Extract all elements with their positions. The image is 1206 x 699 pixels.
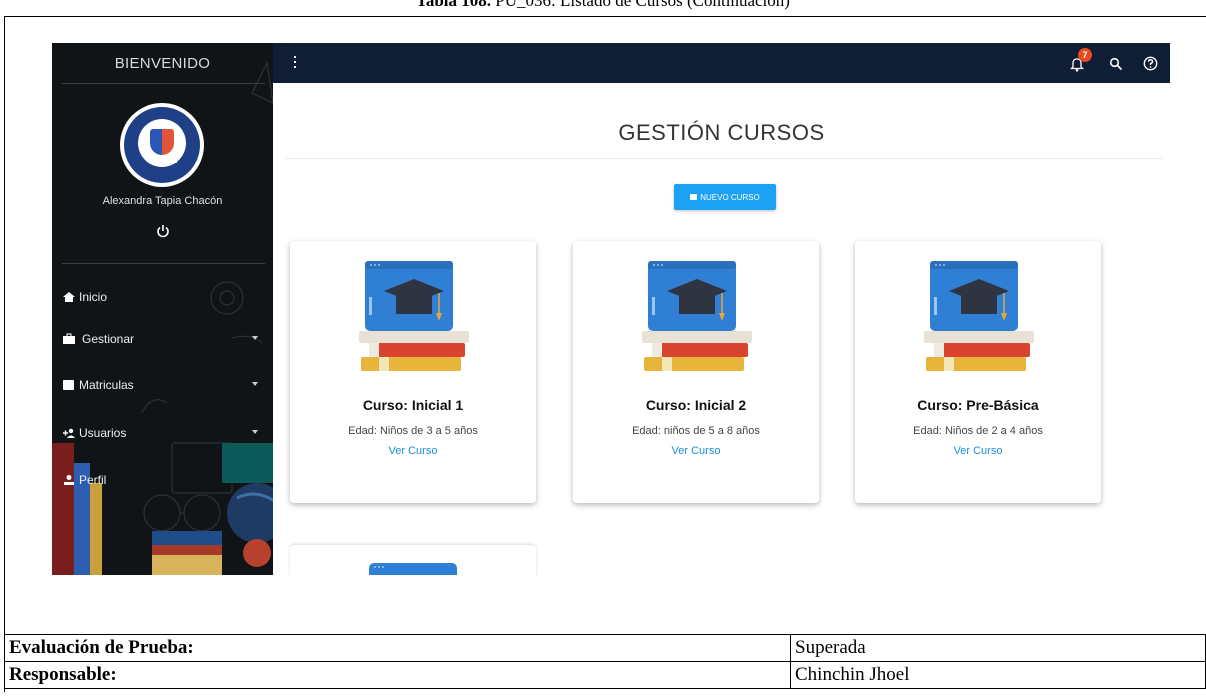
chevron-down-icon [252,382,258,386]
table-row: Evaluación de Prueba: Superada [4,634,1206,662]
divider [62,83,265,84]
chevron-down-icon [252,336,258,340]
sidebar-item-label: Matriculas [79,378,134,392]
main-content: GESTIÓN CURSOS NUEVO CURSO Curso: Inicia… [273,83,1170,575]
sidebar-item-inicio[interactable]: Inicio [62,288,262,306]
course-card: Curso: Inicial 1 Edad: Niños de 3 a 5 añ… [290,241,536,503]
power-icon[interactable] [155,223,171,239]
user-icon [64,475,74,485]
table-caption: Tabla 108. PU_036: Listado de Cursos (Co… [416,0,790,10]
course-title: Curso: Pre-Básica [917,397,1039,413]
sidebar-item-usuarios[interactable]: Usuarios [62,424,262,442]
course-card-partial [290,545,536,575]
divider [62,263,265,264]
course-title: Curso: Inicial 2 [645,397,747,413]
course-card: Curso: Inicial 2 Edad: niños de 5 a 8 añ… [573,241,819,503]
top-navbar: 7 [273,43,1170,83]
sidebar-item-perfil[interactable]: Perfil [62,471,262,489]
view-course-link[interactable]: Ver Curso [290,445,536,457]
page-title: GESTIÓN CURSOS [618,120,825,145]
graduation-course-icon [369,563,457,575]
new-course-button-label: NUEVO CURSO [700,192,760,202]
user-name: Alexandra Tapia Chacón [102,195,223,207]
divider [286,158,1162,159]
course-age: Edad: Niños de 3 a 5 años [348,425,478,437]
evaluation-value: Superada [790,634,1206,662]
book-icon [63,380,74,390]
sidebar-item-label: Usuarios [79,426,127,440]
sidebar-item-matriculas[interactable]: Matriculas [62,376,262,394]
welcome-title: BIENVENIDO [114,55,211,72]
sidebar-item-gestionar[interactable]: Gestionar [62,330,262,348]
briefcase-icon [63,333,75,344]
view-course-link[interactable]: Ver Curso [573,445,819,457]
course-title: Curso: Inicial 1 [362,397,464,413]
school-logo: INFANTIL CUMBRE [120,103,204,187]
graduation-course-icon [924,261,1034,371]
sidebar: BIENVENIDO INFANTIL CUMBRE Alexandra Tap… [52,43,273,575]
menu-dots-icon[interactable] [294,56,297,69]
view-course-link[interactable]: Ver Curso [855,445,1101,457]
graduation-course-icon [359,261,469,371]
search-icon[interactable] [1109,57,1123,71]
notification-badge: 7 [1078,48,1092,62]
responsible-value: Chinchin Jhoel [790,661,1206,689]
help-icon[interactable] [1143,56,1158,71]
app-screenshot: BIENVENIDO INFANTIL CUMBRE Alexandra Tap… [52,43,1170,575]
table-row: Responsable: Chinchin Jhoel [4,661,1206,689]
home-icon [63,292,75,302]
sidebar-item-label: Perfil [79,473,107,487]
sidebar-item-label: Inicio [79,290,108,304]
course-card: Curso: Pre-Básica Edad: Niños de 2 a 4 a… [855,241,1101,503]
responsible-label: Responsable: [4,661,791,689]
sidebar-item-label: Gestionar [82,332,135,346]
test-result-table: Evaluación de Prueba: Superada Responsab… [4,634,1206,689]
save-icon [690,194,698,200]
add-users-icon [63,428,75,438]
course-age: Edad: niños de 5 a 8 años [632,425,760,437]
new-course-button[interactable]: NUEVO CURSO [674,184,776,210]
chevron-down-icon [252,430,258,434]
evaluation-label: Evaluación de Prueba: [4,634,791,662]
course-age: Edad: Niños de 2 a 4 años [913,425,1043,437]
graduation-course-icon [642,261,752,371]
